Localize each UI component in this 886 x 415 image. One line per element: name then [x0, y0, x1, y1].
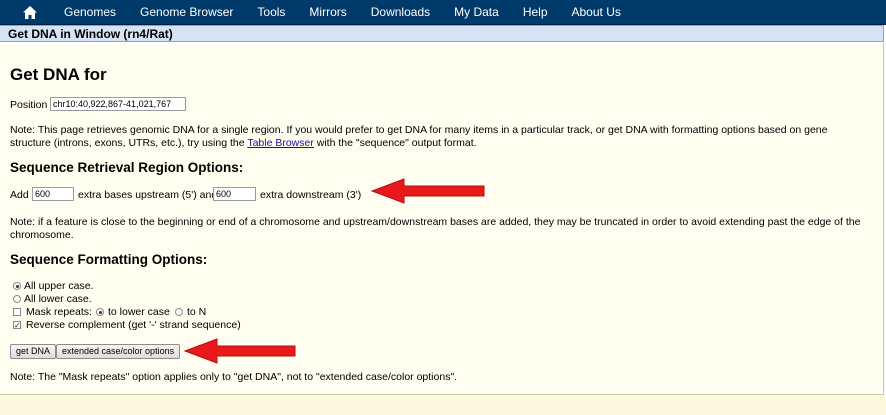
upstream-bases-input[interactable] [32, 187, 74, 201]
all-lower-case-radio[interactable] [13, 295, 21, 303]
red-arrow-icon-2 [183, 338, 296, 364]
nav-item-help[interactable]: Help [511, 0, 560, 24]
nav-item-my-data[interactable]: My Data [442, 0, 511, 24]
page-bottom-area [0, 395, 886, 415]
all-upper-case-radio[interactable] [13, 282, 21, 290]
position-label: Position [10, 99, 48, 111]
checkmark-icon: ✓ [14, 321, 21, 330]
upstream-label: extra bases upstream (5') and [78, 189, 218, 201]
nav-item-about-us[interactable]: About Us [560, 0, 633, 24]
table-browser-link[interactable]: Table Browser [247, 137, 314, 149]
all-lower-case-label: All lower case. [24, 293, 92, 305]
add-label: Add [10, 189, 29, 201]
page-title-bar: Get DNA in Window (rn4/Rat) [0, 25, 884, 42]
note-text-end: with the "sequence" output format. [313, 137, 477, 149]
nav-item-tools[interactable]: Tools [245, 0, 297, 24]
to-lower-case-radio[interactable] [96, 308, 104, 316]
mask-repeats-footer-note: Note: The "Mask repeats" option applies … [10, 371, 458, 383]
all-upper-case-label: All upper case. [24, 280, 94, 292]
to-n-label: to N [187, 306, 207, 318]
nav-menu: Genomes Genome Browser Tools Mirrors Dow… [52, 0, 633, 24]
extended-options-button[interactable]: extended case/color options [56, 344, 181, 359]
main-content: Get DNA for Position Note: This page ret… [0, 43, 884, 395]
position-input[interactable] [50, 97, 186, 111]
mask-repeats-label: Mask repeats: [26, 306, 92, 318]
region-options-heading: Sequence Retrieval Region Options: [10, 160, 244, 175]
red-arrow-icon [370, 178, 485, 204]
get-dna-button[interactable]: get DNA [10, 344, 57, 359]
nav-item-genome-browser[interactable]: Genome Browser [128, 0, 245, 24]
downstream-bases-input[interactable] [213, 187, 256, 201]
reverse-complement-checkbox[interactable]: ✓ [13, 321, 21, 330]
nav-item-genomes[interactable]: Genomes [52, 0, 128, 24]
page-heading: Get DNA for [10, 65, 107, 84]
nav-item-mirrors[interactable]: Mirrors [297, 0, 358, 24]
to-lower-case-label: to lower case [108, 306, 170, 318]
to-n-radio[interactable] [175, 308, 183, 316]
downstream-label: extra downstream (3') [260, 189, 362, 201]
table-browser-note: Note: This page retrieves genomic DNA fo… [10, 124, 870, 150]
formatting-options-heading: Sequence Formatting Options: [10, 252, 208, 267]
home-icon[interactable] [22, 4, 38, 20]
mask-repeats-checkbox[interactable] [13, 308, 21, 316]
nav-item-downloads[interactable]: Downloads [359, 0, 442, 24]
reverse-complement-label: Reverse complement (get '-' strand seque… [26, 319, 241, 331]
top-navbar: Genomes Genome Browser Tools Mirrors Dow… [0, 0, 886, 25]
truncation-note: Note: if a feature is close to the begin… [10, 216, 861, 241]
